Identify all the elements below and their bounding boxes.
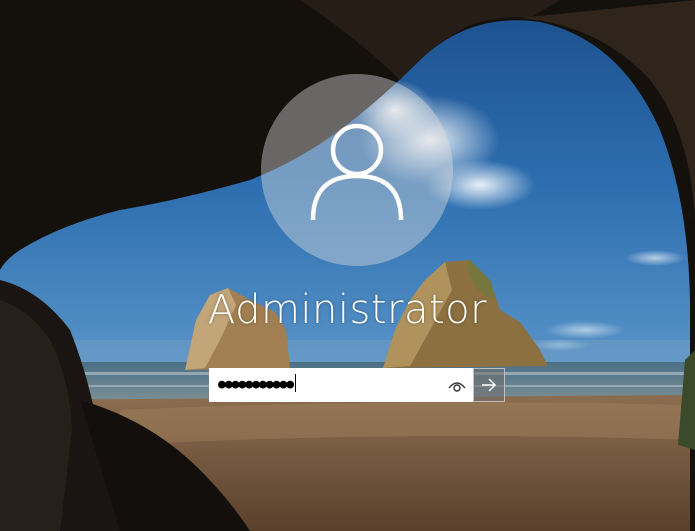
- username-label: Administrator: [207, 287, 488, 333]
- password-input[interactable]: ●●●●●●●●●●●: [218, 369, 297, 401]
- user-avatar: [261, 74, 453, 266]
- text-caret: [295, 374, 297, 392]
- submit-button[interactable]: [473, 368, 505, 402]
- password-row: ●●●●●●●●●●●: [209, 368, 505, 402]
- user-icon: [310, 123, 404, 220]
- lock-screen: Administrator ●●●●●●●●●●●: [0, 0, 695, 531]
- arrow-right-icon: [482, 378, 497, 392]
- password-mask: ●●●●●●●●●●●: [218, 377, 294, 392]
- password-field[interactable]: ●●●●●●●●●●●: [209, 368, 473, 402]
- eye-icon[interactable]: [446, 375, 468, 397]
